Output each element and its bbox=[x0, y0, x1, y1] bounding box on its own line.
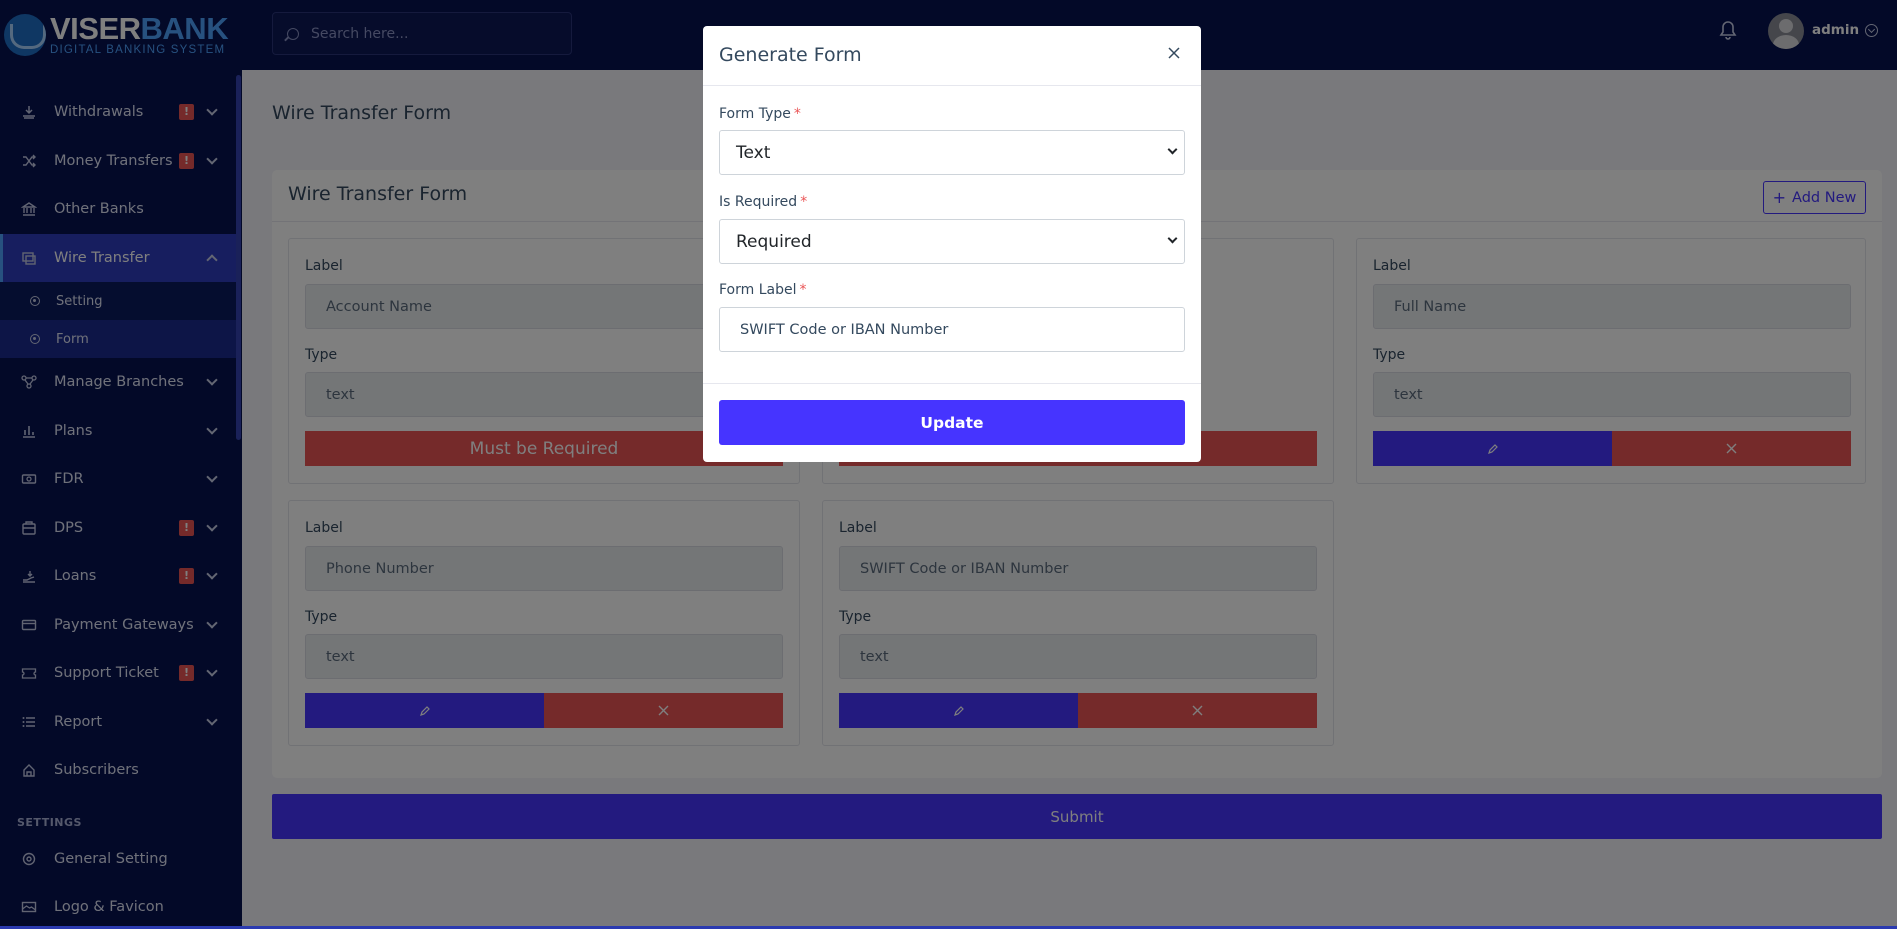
form-type-label: Form Type * bbox=[719, 106, 801, 122]
modal-title: Generate Form bbox=[719, 44, 862, 66]
required-mark: * bbox=[799, 282, 807, 298]
form-type-value: Text bbox=[736, 142, 771, 163]
generate-form-modal: Generate Form Form Type * Text Is Require… bbox=[703, 26, 1201, 462]
modal-header: Generate Form bbox=[703, 26, 1201, 86]
is-required-value: Required bbox=[736, 231, 812, 252]
is-required-label: Is Required * bbox=[719, 194, 808, 210]
required-mark: * bbox=[793, 106, 801, 122]
update-button[interactable]: Update bbox=[719, 400, 1185, 445]
modal-divider bbox=[703, 383, 1201, 384]
close-icon[interactable] bbox=[1165, 45, 1183, 63]
chevron-down-icon bbox=[1167, 233, 1178, 244]
is-required-select[interactable]: Required bbox=[719, 219, 1185, 264]
chevron-down-icon bbox=[1167, 144, 1178, 155]
form-label-input[interactable]: SWIFT Code or IBAN Number bbox=[719, 307, 1185, 352]
required-mark: * bbox=[800, 194, 808, 210]
form-label-label: Form Label * bbox=[719, 282, 807, 298]
form-type-select[interactable]: Text bbox=[719, 130, 1185, 175]
